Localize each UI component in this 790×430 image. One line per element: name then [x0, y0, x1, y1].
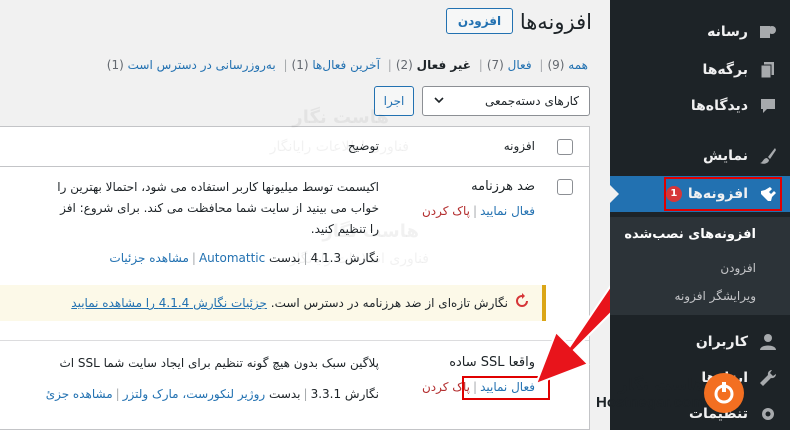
details-link-akismet[interactable]: مشاهده جزئیات: [109, 251, 188, 265]
plugin-name-really-simple-ssl: واقعا SSL ساده: [449, 355, 535, 370]
filter-updates-count: (1): [106, 58, 124, 72]
pages-icon: [758, 60, 778, 80]
submenu-plugin-editor[interactable]: ویرایشگر افزونه: [610, 289, 790, 303]
sidebar-item-comments[interactable]: دیدگاه‌ها: [610, 88, 790, 124]
add-new-button[interactable]: افزودن: [446, 8, 513, 34]
plugins-submenu: افزونه‌های نصب‌شده افزودن ویرایشگر افزون…: [610, 217, 790, 315]
filter-all[interactable]: همه: [568, 58, 588, 72]
filter-all-count: (9): [547, 58, 565, 72]
plugins-highlight-box: [664, 177, 782, 211]
row-actions-akismet: فعال نمایید|پاک کردن: [421, 204, 535, 218]
logo-text: هاست نگار Hostnegar.com: [596, 375, 704, 411]
filter-active[interactable]: فعال: [508, 58, 532, 72]
sidebar-item-label: نمایش: [703, 148, 748, 164]
delete-link-akismet[interactable]: پاک کردن: [422, 204, 470, 218]
comments-icon: [758, 96, 778, 116]
description-akismet-line2: خواب می بینید از سایت شما محافظت می کند.…: [60, 201, 379, 215]
filter-inactive-count: (2): [395, 58, 413, 72]
row-divider: [0, 340, 589, 341]
by-akismet: بدست: [269, 251, 301, 265]
filter-active-count: (7): [486, 58, 504, 72]
filter-recent[interactable]: آخرین فعال‌ها: [312, 58, 380, 72]
author-link-really-simple-ssl[interactable]: روژیر لنکورست، مارک ولتزر: [123, 387, 266, 401]
meta-akismet: نگارش 4.1.3|بدست Automattic|مشاهده جزئیا…: [109, 251, 379, 265]
table-header: افزونه توضیح: [0, 127, 589, 167]
plugin-name-akismet: ضد هرزنامه: [471, 179, 535, 194]
submenu-add-new[interactable]: افزودن: [610, 261, 790, 275]
brush-icon: [758, 146, 778, 166]
bulk-actions-select[interactable]: کارهای دسته‌جمعی: [422, 86, 590, 116]
watermark-brand: هاست نگار: [292, 107, 389, 128]
activate-link-akismet[interactable]: فعال نمایید: [480, 204, 535, 218]
by-really-simple-ssl: بدست: [269, 387, 301, 401]
sidebar-item-appearance[interactable]: نمایش: [610, 138, 790, 174]
sidebar-item-label: دیدگاه‌ها: [690, 98, 748, 114]
row-checkbox-akismet[interactable]: [557, 179, 573, 195]
page-title: افزونه‌ها: [519, 10, 592, 34]
sidebar-item-media[interactable]: رسانه: [610, 14, 790, 50]
bulk-actions-label: کارهای دسته‌جمعی: [485, 94, 579, 108]
update-notice: نگارش تازه‌ای از ضد هرزنامه در دسترس است…: [0, 285, 546, 321]
plugin-filters: همه (9)| فعال (7)| غیر فعال (2)| آخرین ف…: [106, 58, 588, 72]
column-description: توضیح: [347, 139, 379, 153]
version-akismet: نگارش 4.1.3: [310, 251, 379, 265]
sidebar-item-pages[interactable]: برگه‌ها: [610, 52, 790, 88]
version-really-simple-ssl: نگارش 3.3.1: [310, 387, 379, 401]
details-link-really-simple-ssl[interactable]: مشاهده جزئ: [46, 387, 113, 401]
sidebar-item-label: برگه‌ها: [702, 62, 748, 78]
filter-recent-count: (1): [291, 58, 309, 72]
sidebar-item-label: رسانه: [707, 24, 748, 40]
hostnegar-logo: هاست نگار Hostnegar.com: [596, 364, 772, 422]
meta-really-simple-ssl: نگارش 3.3.1|بدست روژیر لنکورست، مارک ولت…: [45, 387, 379, 401]
description-akismet-line1: اکیسمت توسط میلیونها کاربر استفاده می شو…: [57, 180, 379, 194]
select-all-checkbox[interactable]: [557, 139, 573, 155]
sidebar-item-label: کاربران: [695, 334, 748, 350]
filter-inactive[interactable]: غیر فعال: [417, 58, 471, 72]
sidebar-item-users[interactable]: کاربران: [610, 324, 790, 360]
media-icon: [758, 22, 778, 42]
submenu-installed-plugins[interactable]: افزونه‌های نصب‌شده: [610, 227, 790, 242]
filter-updates[interactable]: به‌روزرسانی در دسترس است: [128, 58, 276, 72]
update-notice-text: نگارش تازه‌ای از ضد هرزنامه در دسترس است…: [270, 296, 508, 310]
active-menu-pointer: [610, 185, 619, 203]
logo-en-text: Hostnegar.com: [596, 394, 705, 411]
user-icon: [758, 332, 778, 352]
logo-badge-icon: [704, 373, 745, 413]
column-plugin: افزونه: [503, 139, 535, 153]
logo-fa-text: هاست نگار: [618, 375, 705, 394]
chevron-down-icon: [433, 94, 445, 109]
update-details-link[interactable]: جزئیات نگارش 4.1.4 را مشاهده نمایید: [71, 296, 267, 310]
author-link-akismet[interactable]: Automattic: [199, 251, 265, 265]
description-really-simple-ssl: پلاگین سبک بدون هیچ گونه تنظیم برای ایجا…: [59, 356, 379, 370]
description-akismet-line3: را تنظیم کنید.: [310, 222, 379, 236]
